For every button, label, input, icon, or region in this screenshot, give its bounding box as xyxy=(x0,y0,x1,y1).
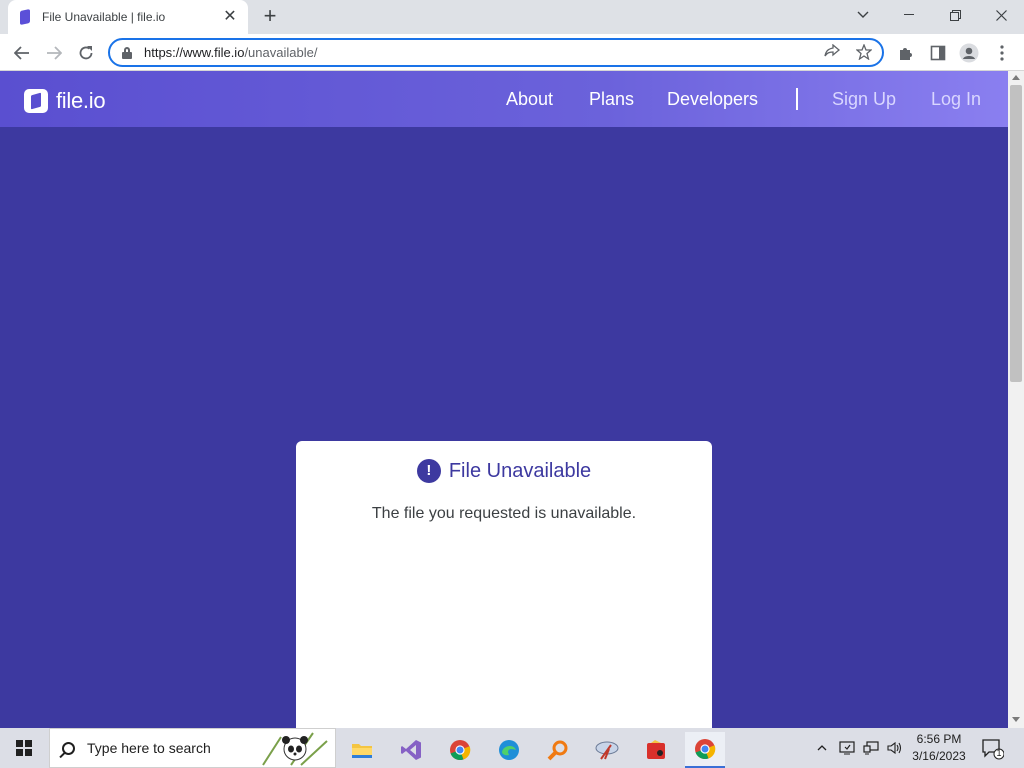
microsoft-edge-icon[interactable] xyxy=(489,732,529,768)
browser-toolbar: https://www.file.io/unavailable/ xyxy=(0,34,1024,71)
tab-search-chevron-icon[interactable] xyxy=(840,0,886,30)
taskbar-search-placeholder: Type here to search xyxy=(87,740,211,756)
url-path: /unavailable/ xyxy=(244,45,318,60)
nav-log-in-link[interactable]: Log In xyxy=(931,89,981,110)
fileio-favicon-icon xyxy=(18,10,32,24)
show-hidden-icons-chevron-icon[interactable] xyxy=(814,728,830,768)
browser-tab-active[interactable]: File Unavailable | file.io ✕ xyxy=(8,0,248,34)
fileio-logo[interactable]: file.io xyxy=(24,88,106,114)
bookmark-star-icon[interactable] xyxy=(854,43,874,64)
start-button[interactable] xyxy=(0,728,48,768)
profile-avatar-icon[interactable] xyxy=(956,40,982,66)
clock-date: 3/16/2023 xyxy=(912,749,966,763)
page-scrollbar[interactable] xyxy=(1008,71,1024,728)
windows-logo-icon xyxy=(16,740,32,756)
google-chrome-icon[interactable] xyxy=(440,732,480,768)
nav-developers-link[interactable]: Developers xyxy=(667,89,758,110)
forward-arrow-icon[interactable] xyxy=(41,40,67,66)
security-tray-icon[interactable] xyxy=(837,728,857,768)
snipping-tool-icon[interactable] xyxy=(587,732,627,768)
system-clock[interactable]: 6:56 PM 3/16/2023 xyxy=(908,731,970,765)
file-explorer-icon[interactable] xyxy=(342,732,382,768)
search-icon xyxy=(62,741,75,755)
red-app-icon[interactable] xyxy=(636,732,676,768)
site-header: file.io About Plans Developers Sign Up L… xyxy=(0,71,1008,127)
address-bar[interactable]: https://www.file.io/unavailable/ xyxy=(108,38,884,67)
network-icon[interactable] xyxy=(861,728,881,768)
visual-studio-icon[interactable] xyxy=(391,732,431,768)
new-tab-button[interactable]: + xyxy=(258,5,282,29)
exclamation-alert-icon: ! xyxy=(416,459,441,483)
taskbar-search-box[interactable]: Type here to search xyxy=(49,728,336,768)
scroll-up-arrow-icon[interactable] xyxy=(1012,75,1020,80)
action-center-notification-icon[interactable]: 1 xyxy=(980,736,1005,760)
nav-sign-up-link[interactable]: Sign Up xyxy=(832,89,896,110)
minimize-button[interactable] xyxy=(886,0,932,30)
card-heading: ! File Unavailable xyxy=(296,459,712,483)
page-viewport: file.io About Plans Developers Sign Up L… xyxy=(0,71,1008,728)
nav-about-link[interactable]: About xyxy=(506,89,553,110)
nav-plans-link[interactable]: Plans xyxy=(589,89,634,110)
unavailable-card: ! File Unavailable The file you requeste… xyxy=(296,441,712,728)
chrome-menu-kebab-icon[interactable] xyxy=(989,40,1015,66)
card-message: The file you requested is unavailable. xyxy=(371,505,637,522)
search-highlight-panda-icon xyxy=(262,732,328,766)
fileio-logo-icon xyxy=(24,89,48,113)
tab-close-icon[interactable]: ✕ xyxy=(222,9,238,25)
nav-divider xyxy=(796,88,798,110)
card-title: File Unavailable xyxy=(448,459,592,482)
reload-icon[interactable] xyxy=(73,40,99,66)
clock-time: 6:56 PM xyxy=(916,732,962,746)
back-arrow-icon[interactable] xyxy=(9,40,35,66)
scrollbar-thumb[interactable] xyxy=(1010,85,1022,382)
windows-taskbar: Type here to search 6:56 PM 3/16/2023 1 xyxy=(0,728,1024,768)
lock-icon[interactable] xyxy=(122,46,132,59)
tab-title: File Unavailable | file.io xyxy=(42,10,166,24)
notification-count: 1 xyxy=(996,748,1002,758)
logo-text: file.io xyxy=(56,88,106,113)
url-host: https://www.file.io xyxy=(144,45,245,60)
close-window-button[interactable] xyxy=(978,0,1024,30)
volume-icon[interactable] xyxy=(885,728,905,768)
extensions-puzzle-icon[interactable] xyxy=(893,40,919,66)
scroll-down-arrow-icon[interactable] xyxy=(1012,717,1020,722)
share-icon[interactable] xyxy=(822,43,842,64)
restore-button[interactable] xyxy=(932,0,978,30)
side-panel-icon[interactable] xyxy=(925,40,951,66)
tab-strip: File Unavailable | file.io ✕ + xyxy=(0,0,1024,34)
google-chrome-active-icon[interactable] xyxy=(685,732,725,768)
search-magnifier-app-icon[interactable] xyxy=(538,732,578,768)
